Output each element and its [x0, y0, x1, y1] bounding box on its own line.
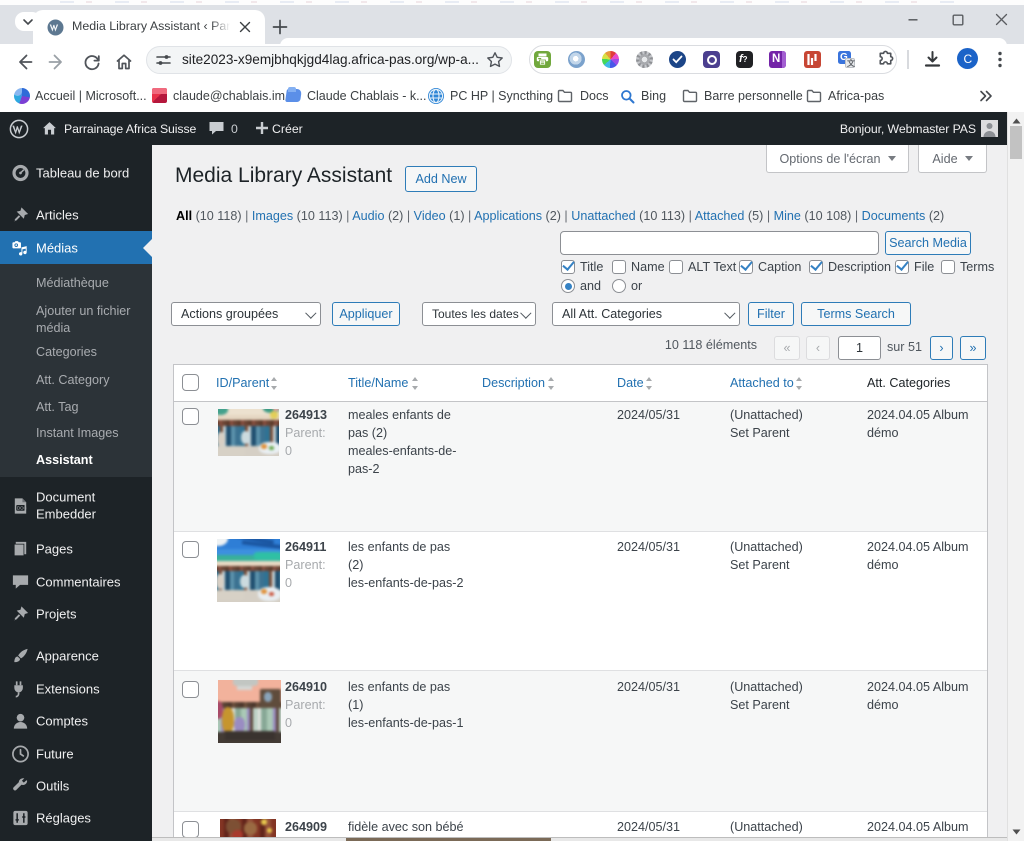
svg-text:DOC: DOC — [17, 506, 27, 511]
